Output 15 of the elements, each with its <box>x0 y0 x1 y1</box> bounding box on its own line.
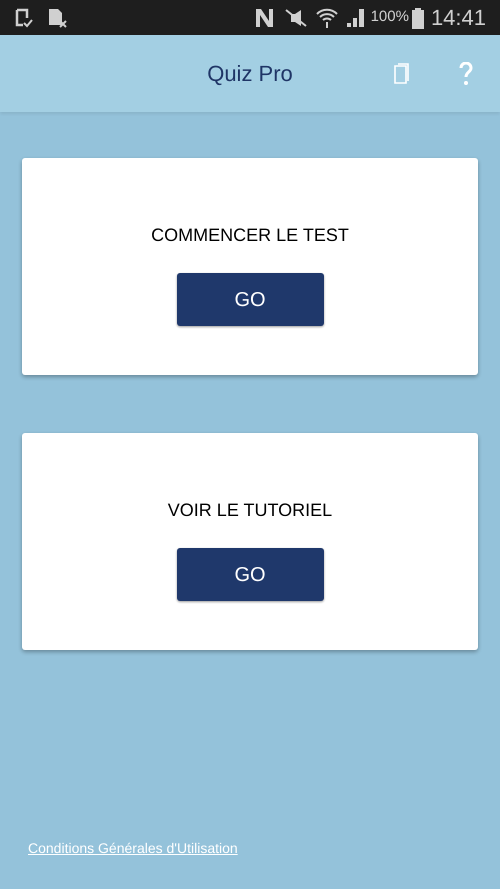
mute-icon <box>282 8 309 28</box>
go-button[interactable]: GO <box>176 548 324 601</box>
battery-percent: 100% <box>370 7 409 28</box>
clock: 14:41 <box>430 4 486 32</box>
battery-icon <box>410 6 425 28</box>
help-icon[interactable] <box>459 62 473 86</box>
tablet-check-icon <box>14 8 34 28</box>
card-title: COMMENCER LE TEST <box>151 224 349 247</box>
card-title: VOIR LE TUTORIEL <box>168 499 332 522</box>
book-icon[interactable] <box>393 62 411 84</box>
signal-icon <box>344 6 367 28</box>
sim-card-x-icon <box>46 6 68 28</box>
app-title: Quiz Pro <box>207 60 293 88</box>
go-button[interactable]: GO <box>176 273 324 326</box>
wifi-icon <box>314 6 339 28</box>
